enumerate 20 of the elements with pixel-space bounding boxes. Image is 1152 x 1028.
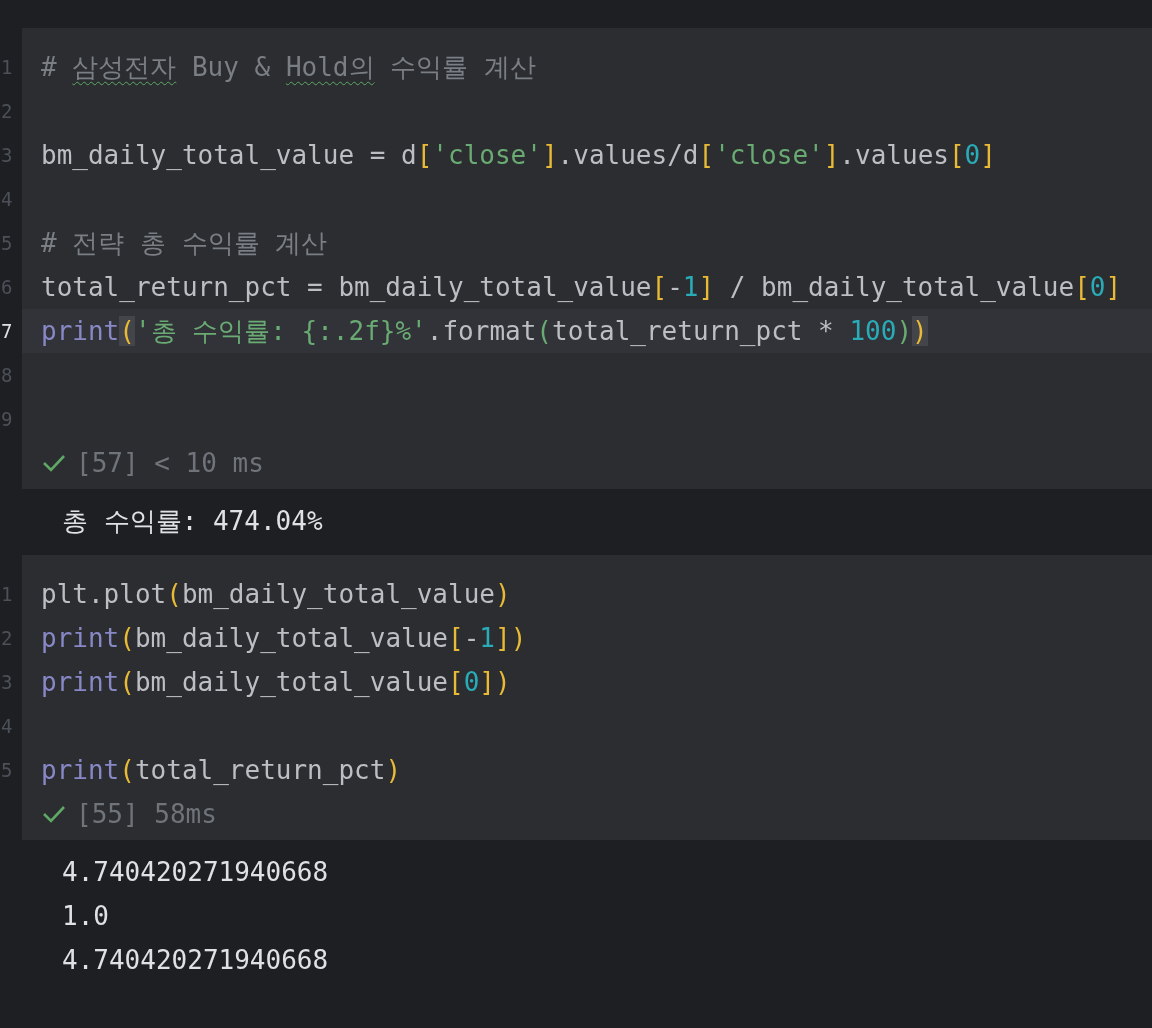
code-line: print(bm_daily_total_value[0])	[41, 666, 511, 699]
code-line: plt.plot(bm_daily_total_value)	[41, 578, 511, 611]
code-line: # 삼성전자 Buy & Hold의 수익률 계산	[41, 51, 536, 84]
check-icon	[42, 454, 66, 472]
code-cell[interactable]	[22, 28, 1152, 489]
code-line: bm_daily_total_value = d['close'].values/d['close'].values[0]	[41, 139, 996, 172]
execution-status: [55] 58ms	[76, 799, 217, 829]
code-line: print(bm_daily_total_value[-1])	[41, 622, 527, 655]
code-cell[interactable]: plt.plot(bm_daily_total_value) print(bm_daily_total_value[-1]) print(bm_daily_total_value[0]) print(total_return_pct) [55] 58ms	[22, 555, 1152, 840]
output-text: 1.0	[62, 900, 110, 933]
execution-status: [57] < 10 ms	[76, 448, 264, 478]
code-line: # 전략 총 수익률 계산	[41, 227, 328, 260]
code-line: print('총 수익률: {:.2f}%'.format(total_return_pct * 100))	[41, 315, 928, 348]
code-line: print(total_return_pct)	[41, 754, 402, 787]
output-text: 총 수익률: 474.04%	[62, 505, 324, 538]
output-text: 4.740420271940668	[62, 944, 330, 977]
line-number: 7	[0, 319, 14, 344]
check-icon	[42, 805, 66, 823]
code-line: total_return_pct = bm_daily_total_value[-1] / bm_daily_total_value[0]	[41, 271, 1122, 304]
output-text: 4.740420271940668	[62, 856, 330, 889]
